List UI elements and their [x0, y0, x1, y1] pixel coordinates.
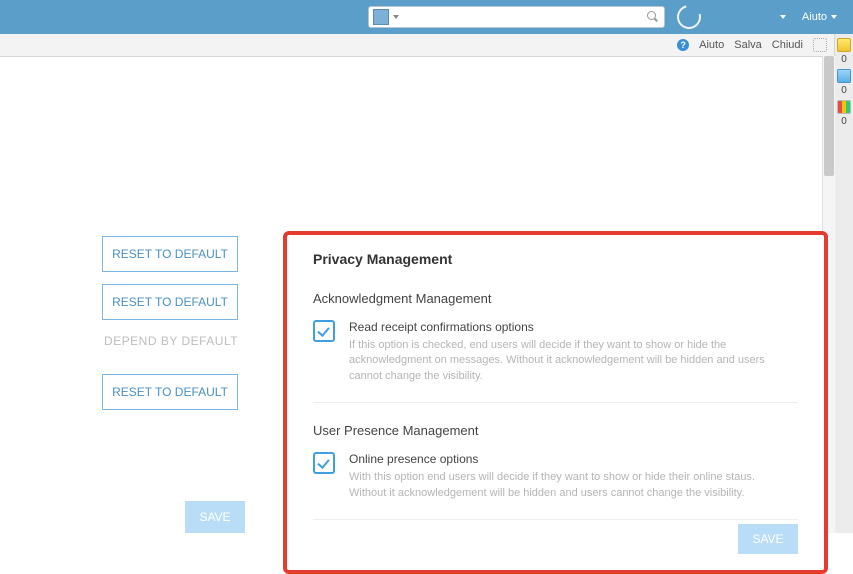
save-button-left[interactable]: SAVE [185, 501, 245, 533]
chevron-down-icon [780, 15, 786, 19]
ack-section-title: Acknowledgment Management [313, 291, 798, 306]
mail-icon [837, 69, 851, 83]
ack-option-desc: If this option is checked, end users wil… [349, 338, 779, 384]
left-column: RESET TO DEFAULT RESET TO DEFAULT DEPEND… [0, 236, 280, 422]
search-scope-caret-icon[interactable] [393, 15, 399, 19]
ack-option-title: Read receipt confirmations options [349, 320, 779, 334]
content-area: RESET TO DEFAULT RESET TO DEFAULT DEPEND… [0, 56, 835, 533]
presence-section: User Presence Management Online presence… [313, 423, 798, 520]
help-link[interactable]: Aiuto [699, 39, 724, 51]
search-input[interactable] [403, 9, 646, 25]
rail-item-status[interactable]: 0 [835, 100, 853, 127]
reload-icon[interactable] [673, 1, 706, 34]
top-bar: Aiuto [0, 0, 853, 34]
search-icon[interactable] [646, 10, 660, 24]
depend-label: DEPEND BY DEFAULT [104, 334, 280, 348]
account-menu[interactable] [772, 15, 794, 19]
right-rail: 0 0 0 [834, 34, 853, 533]
rail-count: 0 [841, 116, 847, 127]
reset-button-3[interactable]: RESET TO DEFAULT [102, 374, 238, 410]
presence-option-title: Online presence options [349, 452, 779, 466]
rail-count: 0 [841, 85, 847, 96]
privacy-management-card: Privacy Management Acknowledgment Manage… [283, 231, 828, 574]
reset-button-2[interactable]: RESET TO DEFAULT [102, 284, 238, 320]
status-icon [837, 100, 851, 114]
presence-section-title: User Presence Management [313, 423, 798, 438]
save-button-card[interactable]: SAVE [738, 524, 798, 554]
ack-section: Acknowledgment Management Read receipt c… [313, 291, 798, 403]
presence-checkbox[interactable] [313, 452, 335, 474]
card-title: Privacy Management [313, 251, 798, 267]
presence-option-desc: With this option end users will decide i… [349, 470, 779, 501]
rail-item-mail[interactable]: 0 [835, 69, 853, 96]
search-box[interactable] [368, 6, 665, 28]
save-link[interactable]: Salva [734, 39, 762, 51]
close-link[interactable]: Chiudi [772, 39, 803, 51]
rail-count: 0 [841, 54, 847, 65]
rail-item-notes[interactable]: 0 [835, 38, 853, 65]
reset-button-1[interactable]: RESET TO DEFAULT [102, 236, 238, 272]
help-menu[interactable]: Aiuto [794, 11, 845, 23]
note-icon [837, 38, 851, 52]
ack-checkbox[interactable] [313, 320, 335, 342]
help-icon[interactable]: ? [677, 39, 689, 51]
help-menu-label: Aiuto [802, 11, 827, 23]
search-scope-icon[interactable] [373, 9, 389, 25]
sub-bar: ? Aiuto Salva Chiudi ▸▸ [0, 34, 853, 57]
chevron-down-icon [831, 15, 837, 19]
gear-icon[interactable] [813, 38, 827, 52]
